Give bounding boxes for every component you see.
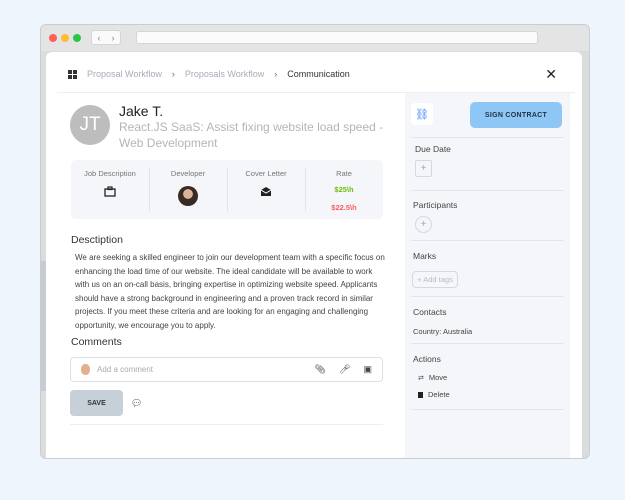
country: Country: Australia — [413, 327, 473, 336]
minimize-window-icon[interactable] — [61, 34, 69, 42]
divider — [411, 137, 564, 138]
image-icon[interactable]: ▣ — [363, 364, 372, 375]
job-description-label: Job Description — [84, 169, 136, 178]
envelope-open-icon[interactable] — [227, 186, 305, 197]
job-description-cell[interactable]: Job Description — [71, 160, 149, 219]
user-avatar — [81, 364, 90, 375]
avatar: JT — [70, 105, 110, 145]
description-text: We are seeking a skilled engineer to joi… — [75, 253, 385, 330]
actions-label: Actions — [413, 354, 441, 364]
trash-icon — [418, 391, 423, 398]
close-window-icon[interactable] — [49, 34, 57, 42]
breadcrumb-item[interactable]: Proposals Workflow — [185, 69, 264, 79]
sidebar: ⛓︎ SIGN CONTRACT Due Date + Participants… — [405, 93, 570, 458]
rate-cell: Rate $25\h $22.5\h — [305, 160, 383, 219]
divider — [411, 409, 564, 410]
paperclip-icon[interactable]: 📎︎ — [315, 364, 326, 375]
chat-icon[interactable]: 💬︎ — [131, 398, 142, 409]
contacts-label: Contacts — [413, 307, 447, 317]
rate-label: Rate — [336, 169, 352, 178]
breadcrumb-item[interactable]: Proposal Workflow — [87, 69, 162, 79]
breadcrumb-current: Communication — [287, 69, 350, 79]
back-icon[interactable]: ‹ — [98, 33, 101, 43]
save-button[interactable]: SAVE — [70, 390, 123, 416]
address-bar[interactable] — [136, 31, 538, 44]
due-date-label: Due Date — [415, 144, 451, 154]
move-action[interactable]: ⇄ Move — [418, 373, 447, 382]
delete-action[interactable]: Delete — [418, 390, 450, 399]
close-icon[interactable]: ✕ — [545, 66, 557, 83]
cover-letter-label: Cover Letter — [245, 169, 287, 178]
job-title: React.JS SaaS: Assist fixing website loa… — [119, 120, 384, 150]
title-bar: ‹ › — [41, 25, 589, 51]
description-heading: Desctiption — [71, 234, 123, 246]
chevron-right-icon: › — [274, 69, 278, 79]
delete-label: Delete — [428, 390, 450, 399]
comment-placeholder: Add a comment — [97, 365, 154, 374]
cover-letter-cell[interactable]: Cover Letter — [227, 160, 305, 219]
rate-secondary: $22.5\h — [331, 203, 357, 212]
workflow-icon — [68, 69, 77, 79]
move-icon: ⇄ — [418, 374, 424, 382]
add-due-date-button[interactable]: + — [415, 160, 432, 177]
add-participant-button[interactable]: + — [415, 216, 432, 233]
profile-name: Jake T. — [119, 103, 164, 119]
breadcrumb: Proposal Workflow › Proposals Workflow › C… — [68, 69, 350, 79]
developer-avatar[interactable] — [178, 186, 198, 206]
move-label: Move — [428, 373, 448, 382]
briefcase-icon[interactable] — [71, 186, 149, 197]
developer-cell[interactable]: Developer — [149, 160, 227, 219]
divider — [411, 296, 564, 297]
sign-contract-button[interactable]: SIGN CONTRACT — [470, 102, 562, 128]
divider — [411, 190, 564, 191]
marks-label: Marks — [413, 251, 437, 261]
forward-icon[interactable]: › — [112, 33, 115, 43]
divider — [70, 424, 383, 425]
proposal-modal: Proposal Workflow › Proposals Workflow › C… — [46, 52, 582, 458]
info-card: Job Description Developer Cover Letter R… — [71, 160, 383, 219]
add-tags-button[interactable]: + Add tags — [412, 271, 458, 288]
microphone-icon[interactable]: 🎤︎ — [339, 364, 350, 375]
nav-buttons[interactable]: ‹ › — [91, 30, 121, 45]
link-icon[interactable]: ⛓︎ — [411, 103, 433, 125]
rate-primary: $25\h — [334, 185, 354, 194]
participants-label: Participants — [413, 200, 458, 210]
comment-input[interactable]: Add a comment 📎︎ 🎤︎ ▣ — [70, 357, 383, 382]
divider — [411, 343, 564, 344]
developer-label: Developer — [170, 169, 206, 178]
maximize-window-icon[interactable] — [73, 34, 81, 42]
comments-heading: Comments — [71, 336, 122, 348]
divider — [411, 240, 564, 241]
chevron-right-icon: › — [171, 69, 175, 79]
